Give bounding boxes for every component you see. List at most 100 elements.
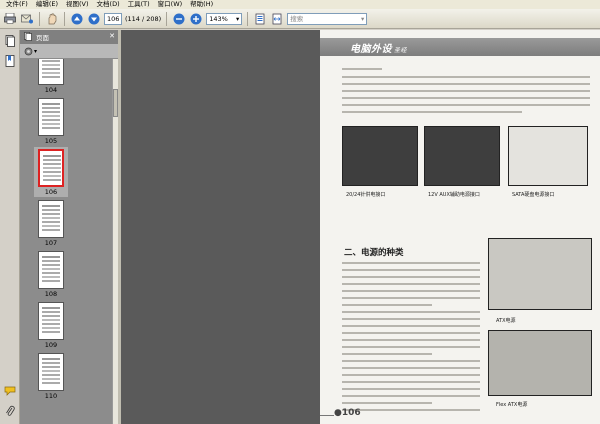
- navigation-rail: [0, 30, 20, 424]
- next-page-icon[interactable]: [87, 12, 101, 26]
- page-thumbnail[interactable]: 110: [20, 351, 112, 401]
- text-line: [342, 409, 480, 411]
- page-thumbnail[interactable]: 109: [20, 300, 112, 350]
- page-footer-number: ●106: [334, 408, 361, 418]
- photo-atx-power-supply: [488, 238, 592, 310]
- caption-24pin: 20/24针供电接口: [346, 192, 386, 198]
- menu-view[interactable]: 视图(V): [62, 0, 93, 9]
- bookmarks-icon[interactable]: [3, 54, 17, 68]
- caption-12v-aux: 12V AUX辅助电源接口: [428, 192, 480, 198]
- thumbnail-label: 106: [44, 188, 58, 196]
- photo-12v-aux-connector: [424, 126, 500, 186]
- document-view[interactable]: 电脑外设 圣经 20/24针供电接口 12V AUX辅助电源接口 SATA硬盘电源…: [121, 30, 600, 424]
- photo-flex-atx-power-supply: [488, 330, 592, 396]
- menu-tools[interactable]: 工具(T): [124, 0, 154, 9]
- panel-options-bar: ▾: [20, 44, 118, 58]
- text-line: [342, 381, 480, 383]
- previous-page-spread: [121, 30, 320, 424]
- pages-panel: 页面 ✕ ▾ 104 105 106 107 108 109 110: [20, 30, 118, 424]
- caption-sata: SATA硬盘电源接口: [512, 192, 555, 198]
- zoom-select[interactable]: 143% ▾: [206, 12, 243, 25]
- text-line: [342, 332, 480, 334]
- page-thumbnail[interactable]: 108: [20, 249, 112, 299]
- zoom-value: 143%: [209, 14, 228, 23]
- attachments-icon[interactable]: [3, 404, 17, 418]
- page-thumbnail[interactable]: 107: [20, 198, 112, 248]
- page-number-input[interactable]: 106: [104, 12, 122, 25]
- thumbnail-image: [38, 98, 64, 136]
- thumbnail-list: 104 105 106 107 108 109 110: [20, 59, 112, 424]
- pages-panel-title: 页面: [36, 34, 49, 42]
- toolbar-separator: [166, 11, 168, 26]
- chevron-down-icon: ▾: [235, 14, 240, 23]
- text-line: [342, 83, 590, 85]
- text-line: [342, 262, 480, 264]
- print-icon[interactable]: [3, 12, 17, 26]
- fit-page-icon[interactable]: [253, 12, 267, 26]
- caption-flex-atx: Flex ATX电源: [496, 402, 528, 408]
- search-input[interactable]: 搜索 ▾: [287, 12, 368, 25]
- menu-bar: 文件(F) 编辑(E) 视图(V) 文档(D) 工具(T) 窗口(W) 帮助(H…: [0, 0, 600, 9]
- text-line: [342, 388, 480, 390]
- comments-icon[interactable]: [3, 384, 17, 398]
- thumbnail-label: 107: [44, 239, 58, 247]
- banner-subtitle: 圣经: [394, 47, 408, 54]
- caption-atx: ATX电源: [496, 318, 516, 324]
- page-thumbnail[interactable]: 106: [20, 147, 112, 197]
- text-line: [342, 402, 432, 404]
- text-line: [342, 311, 480, 313]
- menu-window[interactable]: 窗口(W): [154, 0, 187, 9]
- text-line: [342, 269, 480, 271]
- previous-page-icon[interactable]: [70, 12, 84, 26]
- toolbar: 106 (114 / 208) 143% ▾ 搜索 ▾: [0, 9, 600, 29]
- footer-rule: [320, 415, 334, 416]
- text-line: [342, 318, 480, 320]
- section-heading: 二、电源的种类: [344, 248, 404, 258]
- hand-tool-icon[interactable]: [45, 12, 59, 26]
- page-thumbnail[interactable]: 104: [20, 59, 112, 95]
- chevron-down-icon: ▾: [34, 47, 38, 55]
- thumbnail-label: 104: [44, 86, 58, 94]
- pdf-reader-window: 文件(F) 编辑(E) 视图(V) 文档(D) 工具(T) 窗口(W) 帮助(H…: [0, 0, 600, 424]
- text-line: [342, 97, 590, 99]
- zoom-in-icon[interactable]: [189, 12, 203, 26]
- page-thumbnail[interactable]: 105: [20, 96, 112, 146]
- search-placeholder: 搜索: [290, 14, 304, 23]
- text-line: [342, 283, 480, 285]
- text-line: [342, 111, 522, 113]
- chapter-banner: 电脑外设 圣经: [320, 38, 600, 56]
- zoom-out-icon[interactable]: [172, 12, 186, 26]
- fit-width-icon[interactable]: [270, 12, 284, 26]
- text-line: [342, 360, 480, 362]
- pages-icon: [24, 31, 32, 43]
- text-line: [342, 374, 480, 376]
- chevron-down-icon: ▾: [360, 14, 365, 23]
- menu-edit[interactable]: 编辑(E): [32, 0, 62, 9]
- text-line: [342, 304, 432, 306]
- text-line: [342, 104, 590, 106]
- thumbnail-label: 110: [44, 392, 58, 400]
- thumbnail-label: 109: [44, 341, 58, 349]
- text-line: [342, 346, 480, 348]
- pages-panel-header: 页面 ✕: [20, 30, 118, 44]
- menu-help[interactable]: 帮助(H): [186, 0, 217, 9]
- menu-file[interactable]: 文件(F): [2, 0, 32, 9]
- thumbnail-image: [38, 149, 64, 187]
- text-line: [342, 68, 382, 70]
- toolbar-separator: [39, 11, 40, 26]
- text-line: [342, 395, 480, 397]
- text-line: [342, 290, 480, 292]
- menu-document[interactable]: 文档(D): [93, 0, 124, 9]
- options-menu-icon[interactable]: ▾: [24, 47, 37, 56]
- photo-24pin-connector: [342, 126, 418, 186]
- close-icon[interactable]: ✕: [109, 32, 115, 40]
- text-line: [342, 276, 480, 278]
- text-line: [342, 353, 432, 355]
- thumbnail-image: [38, 251, 64, 289]
- email-icon[interactable]: [20, 12, 34, 26]
- banner-title: 电脑外设 圣经: [350, 44, 408, 55]
- pages-icon[interactable]: [3, 34, 17, 48]
- thumbnail-image: [38, 200, 64, 238]
- page-count-label: (114 / 208): [125, 14, 162, 23]
- toolbar-separator: [247, 11, 249, 26]
